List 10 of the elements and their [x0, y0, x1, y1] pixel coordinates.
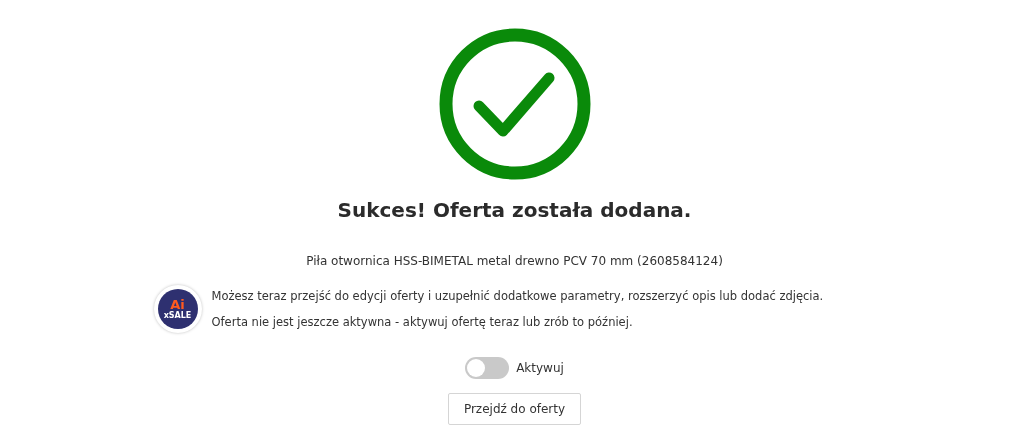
- success-check-icon: [438, 28, 591, 180]
- success-title: Sukces! Oferta została dodana.: [337, 198, 692, 222]
- go-to-offer-button[interactable]: Przejdź do oferty: [447, 393, 582, 425]
- activate-toggle[interactable]: [465, 357, 510, 379]
- assistant-message: Możesz teraz przejść do edycji oferty i uzupełnić dodatkowe parametry, rozszerzyć opis lub dodać zdjęcia.: [211, 289, 824, 303]
- toggle-label: Aktywuj: [516, 361, 564, 375]
- logo-caption: xSALE: [163, 311, 192, 320]
- logo-mark: Ai: [170, 298, 185, 311]
- assistant-message: Oferta nie jest jeszcze aktywna - aktywuj ofertę teraz lub zrób to później.: [211, 315, 634, 329]
- product-name: Piła otwornica HSS-BIMETAL metal drewno PCV 70 mm (2608584124): [306, 254, 723, 268]
